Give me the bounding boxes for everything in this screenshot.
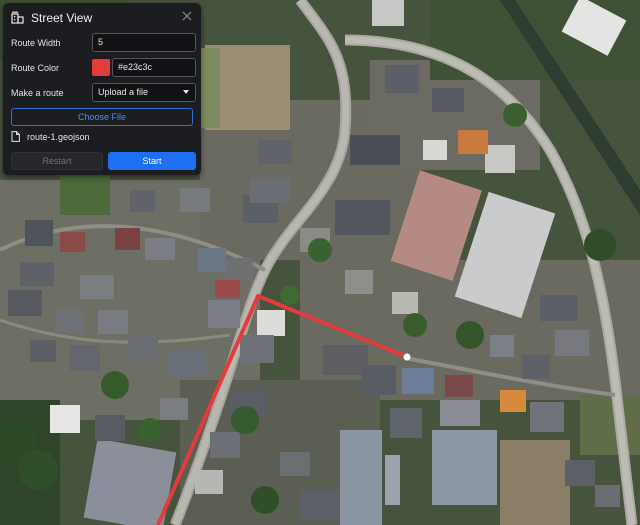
- route-color-label: Route Color: [11, 63, 60, 73]
- make-route-label: Make a route: [11, 88, 64, 98]
- restart-button[interactable]: Restart: [11, 152, 103, 170]
- route-color-swatch[interactable]: [92, 59, 110, 76]
- route-width-label: Route Width: [11, 38, 61, 48]
- file-name: route-1.geojson: [27, 132, 90, 142]
- route-color-input[interactable]: #e23c3c: [112, 58, 196, 77]
- route-start-marker[interactable]: [403, 353, 411, 361]
- route-width-input[interactable]: 5: [92, 33, 196, 52]
- start-button[interactable]: Start: [108, 152, 196, 170]
- panel-header: Street View: [3, 3, 201, 31]
- panel-title: Street View: [31, 11, 93, 25]
- street-view-panel: Street View Route Width 5 Route Color #e…: [3, 3, 201, 175]
- building-icon: [11, 11, 24, 24]
- chevron-down-icon: [183, 90, 189, 94]
- make-route-selected: Upload a file: [98, 87, 149, 97]
- close-icon[interactable]: [179, 8, 195, 24]
- make-route-select[interactable]: Upload a file: [92, 83, 196, 102]
- choose-file-button[interactable]: Choose File: [11, 108, 193, 126]
- file-icon: [11, 131, 20, 142]
